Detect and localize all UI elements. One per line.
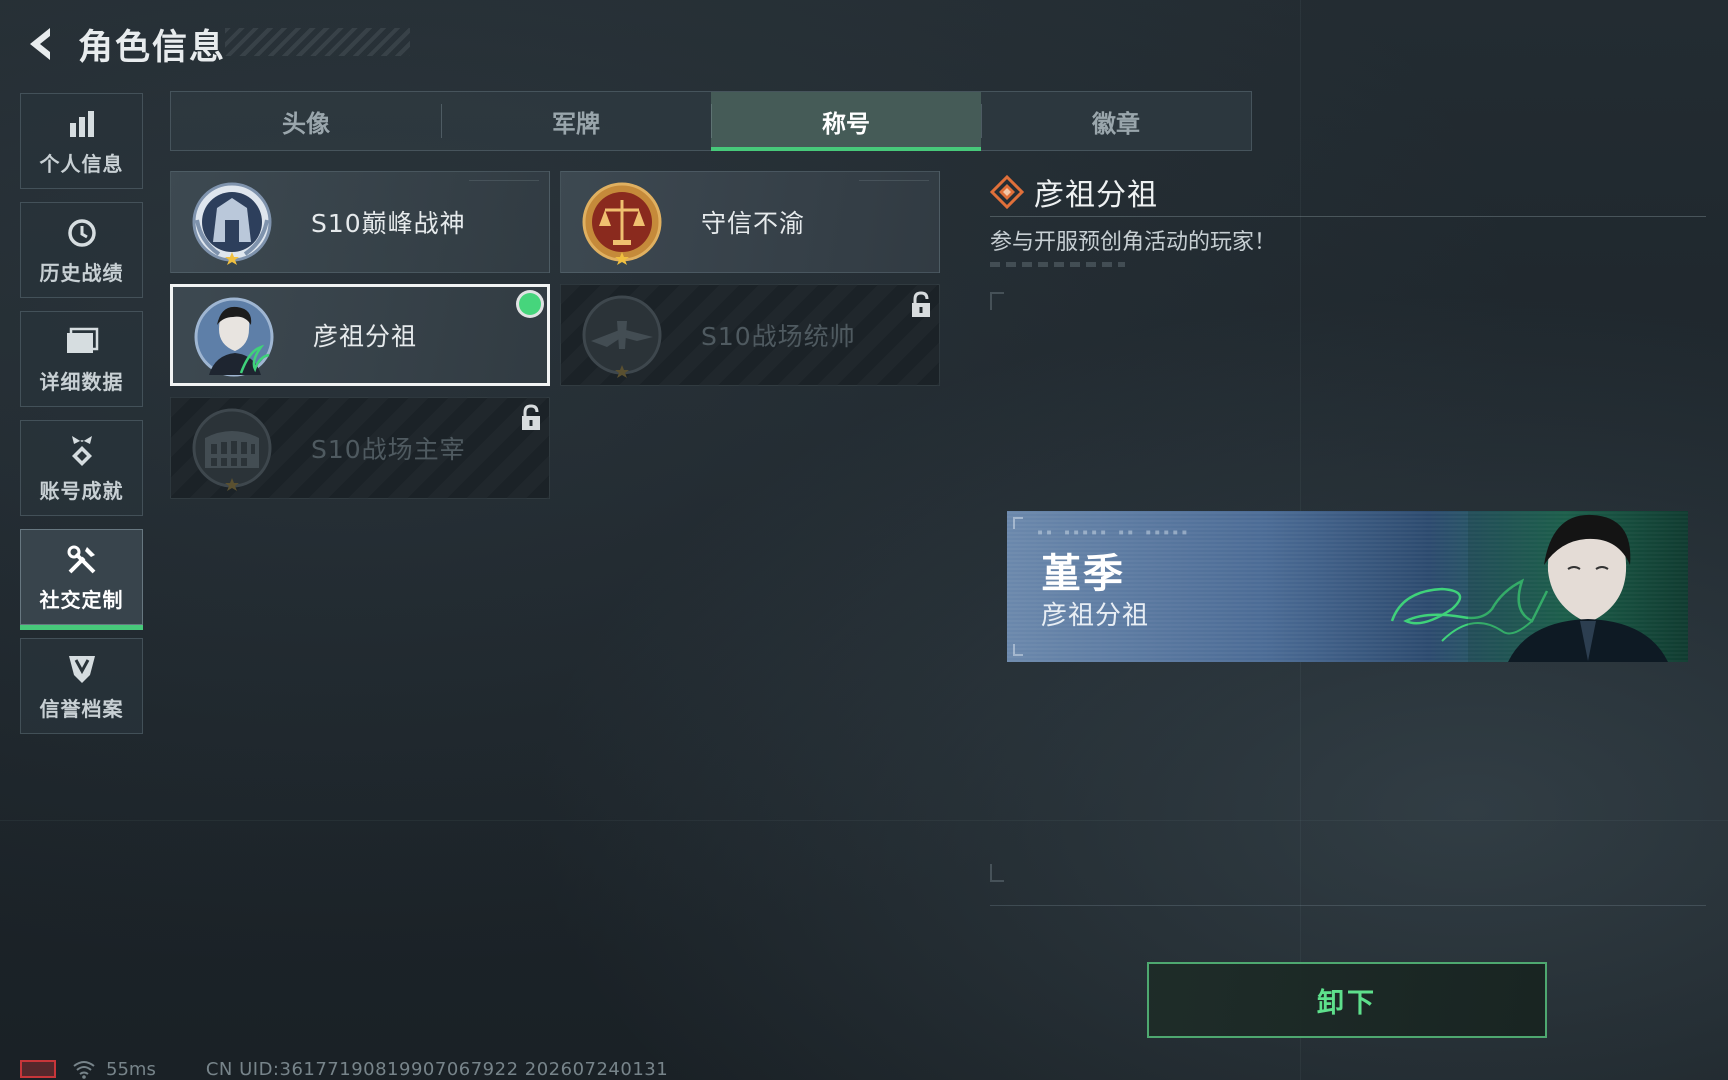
title-card-locked[interactable]: S10战场统帅 xyxy=(560,284,940,386)
character-portrait-icon xyxy=(1468,511,1688,662)
detail-title: 彦祖分祖 xyxy=(1034,178,1158,213)
sidebar-item-personal-info[interactable]: 个人信息 xyxy=(20,93,143,189)
uid-readout: CN UID:3617719081990706792​2 20260724013… xyxy=(205,1058,669,1080)
battery-icon xyxy=(20,1060,56,1078)
detail-divider xyxy=(990,216,1706,217)
sidebar-item-credit-file[interactable]: 信誉档案 xyxy=(20,638,143,734)
title-card[interactable]: S10巅峰战神 xyxy=(170,171,550,273)
folder-icon xyxy=(64,324,100,360)
sidebar-item-label: 历史战绩 xyxy=(39,260,124,285)
corner-bracket xyxy=(990,292,1004,310)
back-button[interactable] xyxy=(18,20,66,68)
title-card[interactable]: 守信不渝 xyxy=(560,171,940,273)
colosseum-emblem-icon xyxy=(187,406,277,492)
title-preview-banner: ▪▪ ▪▪▪▪▪ ▪▪ ▪▪▪▪▪ 堇季 彦祖分祖 xyxy=(1007,511,1688,662)
corner-bracket xyxy=(1013,517,1023,529)
sidebar-item-achievements[interactable]: 账号成就 xyxy=(20,420,143,516)
page-title: 角色信息 xyxy=(78,27,227,68)
title-name: 守信不渝 xyxy=(701,209,806,238)
wifi-icon xyxy=(73,1061,95,1079)
tab-title[interactable]: 称号 xyxy=(711,92,981,151)
corner-bracket xyxy=(1013,644,1023,656)
aircraft-emblem-icon xyxy=(577,293,667,379)
title-hatch-decoration xyxy=(225,28,410,56)
card-decoration xyxy=(469,180,539,190)
preview-player-name: 堇季 xyxy=(1041,551,1125,597)
title-card-locked[interactable]: S10战场主宰 xyxy=(170,397,550,499)
bar-chart-icon xyxy=(64,106,100,142)
sidebar-item-label: 个人信息 xyxy=(39,151,124,176)
title-name: S10战场主宰 xyxy=(311,435,466,464)
title-name: S10巅峰战神 xyxy=(311,209,466,238)
background-gridline xyxy=(0,820,1728,821)
lock-icon xyxy=(519,404,543,432)
sidebar-item-label: 信誉档案 xyxy=(39,696,124,721)
sidebar-item-social-custom[interactable]: 社交定制 xyxy=(20,529,143,630)
card-decoration xyxy=(859,180,929,190)
unequip-button-label: 卸下 xyxy=(1317,987,1377,1019)
portrait-signature-emblem-icon xyxy=(189,295,279,381)
equipped-indicator xyxy=(519,293,541,315)
scales-emblem-icon xyxy=(577,180,667,266)
tools-icon xyxy=(64,542,100,578)
sidebar: 个人信息 历史战绩 详细数据 账号成就 社交定制 信誉档案 xyxy=(20,93,144,747)
laurel-tower-emblem-icon xyxy=(187,180,277,266)
title-card-selected[interactable]: 彦祖分祖 xyxy=(170,284,550,386)
corner-bracket xyxy=(990,864,1004,882)
sidebar-item-detailed-data[interactable]: 详细数据 xyxy=(20,311,143,407)
preview-decoration: ▪▪ ▪▪▪▪▪ ▪▪ ▪▪▪▪▪ xyxy=(1037,527,1191,538)
title-name: S10战场统帅 xyxy=(701,322,856,351)
preview-title: 彦祖分祖 xyxy=(1041,601,1150,631)
detail-decoration xyxy=(990,262,1125,267)
lock-icon xyxy=(909,291,933,319)
unequip-button[interactable]: 卸下 xyxy=(1147,962,1547,1038)
sidebar-item-label: 社交定制 xyxy=(39,587,124,612)
background-gridline xyxy=(990,905,1706,906)
detail-header: 彦祖分祖 xyxy=(990,170,1158,214)
ping-readout: 55ms xyxy=(106,1058,156,1080)
screen: 角色信息 个人信息 历史战绩 详细数据 账号成就 社交定制 信誉档案 头像 军牌… xyxy=(0,0,1728,1080)
diamond-emblem-icon xyxy=(990,175,1024,209)
tab-dog-tag[interactable]: 军牌 xyxy=(441,92,711,150)
sidebar-item-label: 账号成就 xyxy=(39,478,124,503)
tab-avatar[interactable]: 头像 xyxy=(171,92,441,150)
tab-bar: 头像 军牌 称号 徽章 xyxy=(170,91,1252,151)
detail-description: 参与开服预创角活动的玩家！ xyxy=(990,230,1277,255)
status-footer: 55ms CN UID:3617719081990706792​2 202607… xyxy=(20,1058,668,1080)
achievement-badge-icon xyxy=(64,433,100,469)
tab-badge[interactable]: 徽章 xyxy=(981,92,1251,150)
title-name: 彦祖分祖 xyxy=(313,322,418,351)
history-clock-icon xyxy=(64,215,100,251)
sidebar-item-label: 详细数据 xyxy=(39,369,124,394)
sidebar-item-history[interactable]: 历史战绩 xyxy=(20,202,143,298)
back-arrow-icon xyxy=(30,28,50,60)
header: 角色信息 xyxy=(18,18,226,70)
credit-shield-icon xyxy=(64,651,100,687)
